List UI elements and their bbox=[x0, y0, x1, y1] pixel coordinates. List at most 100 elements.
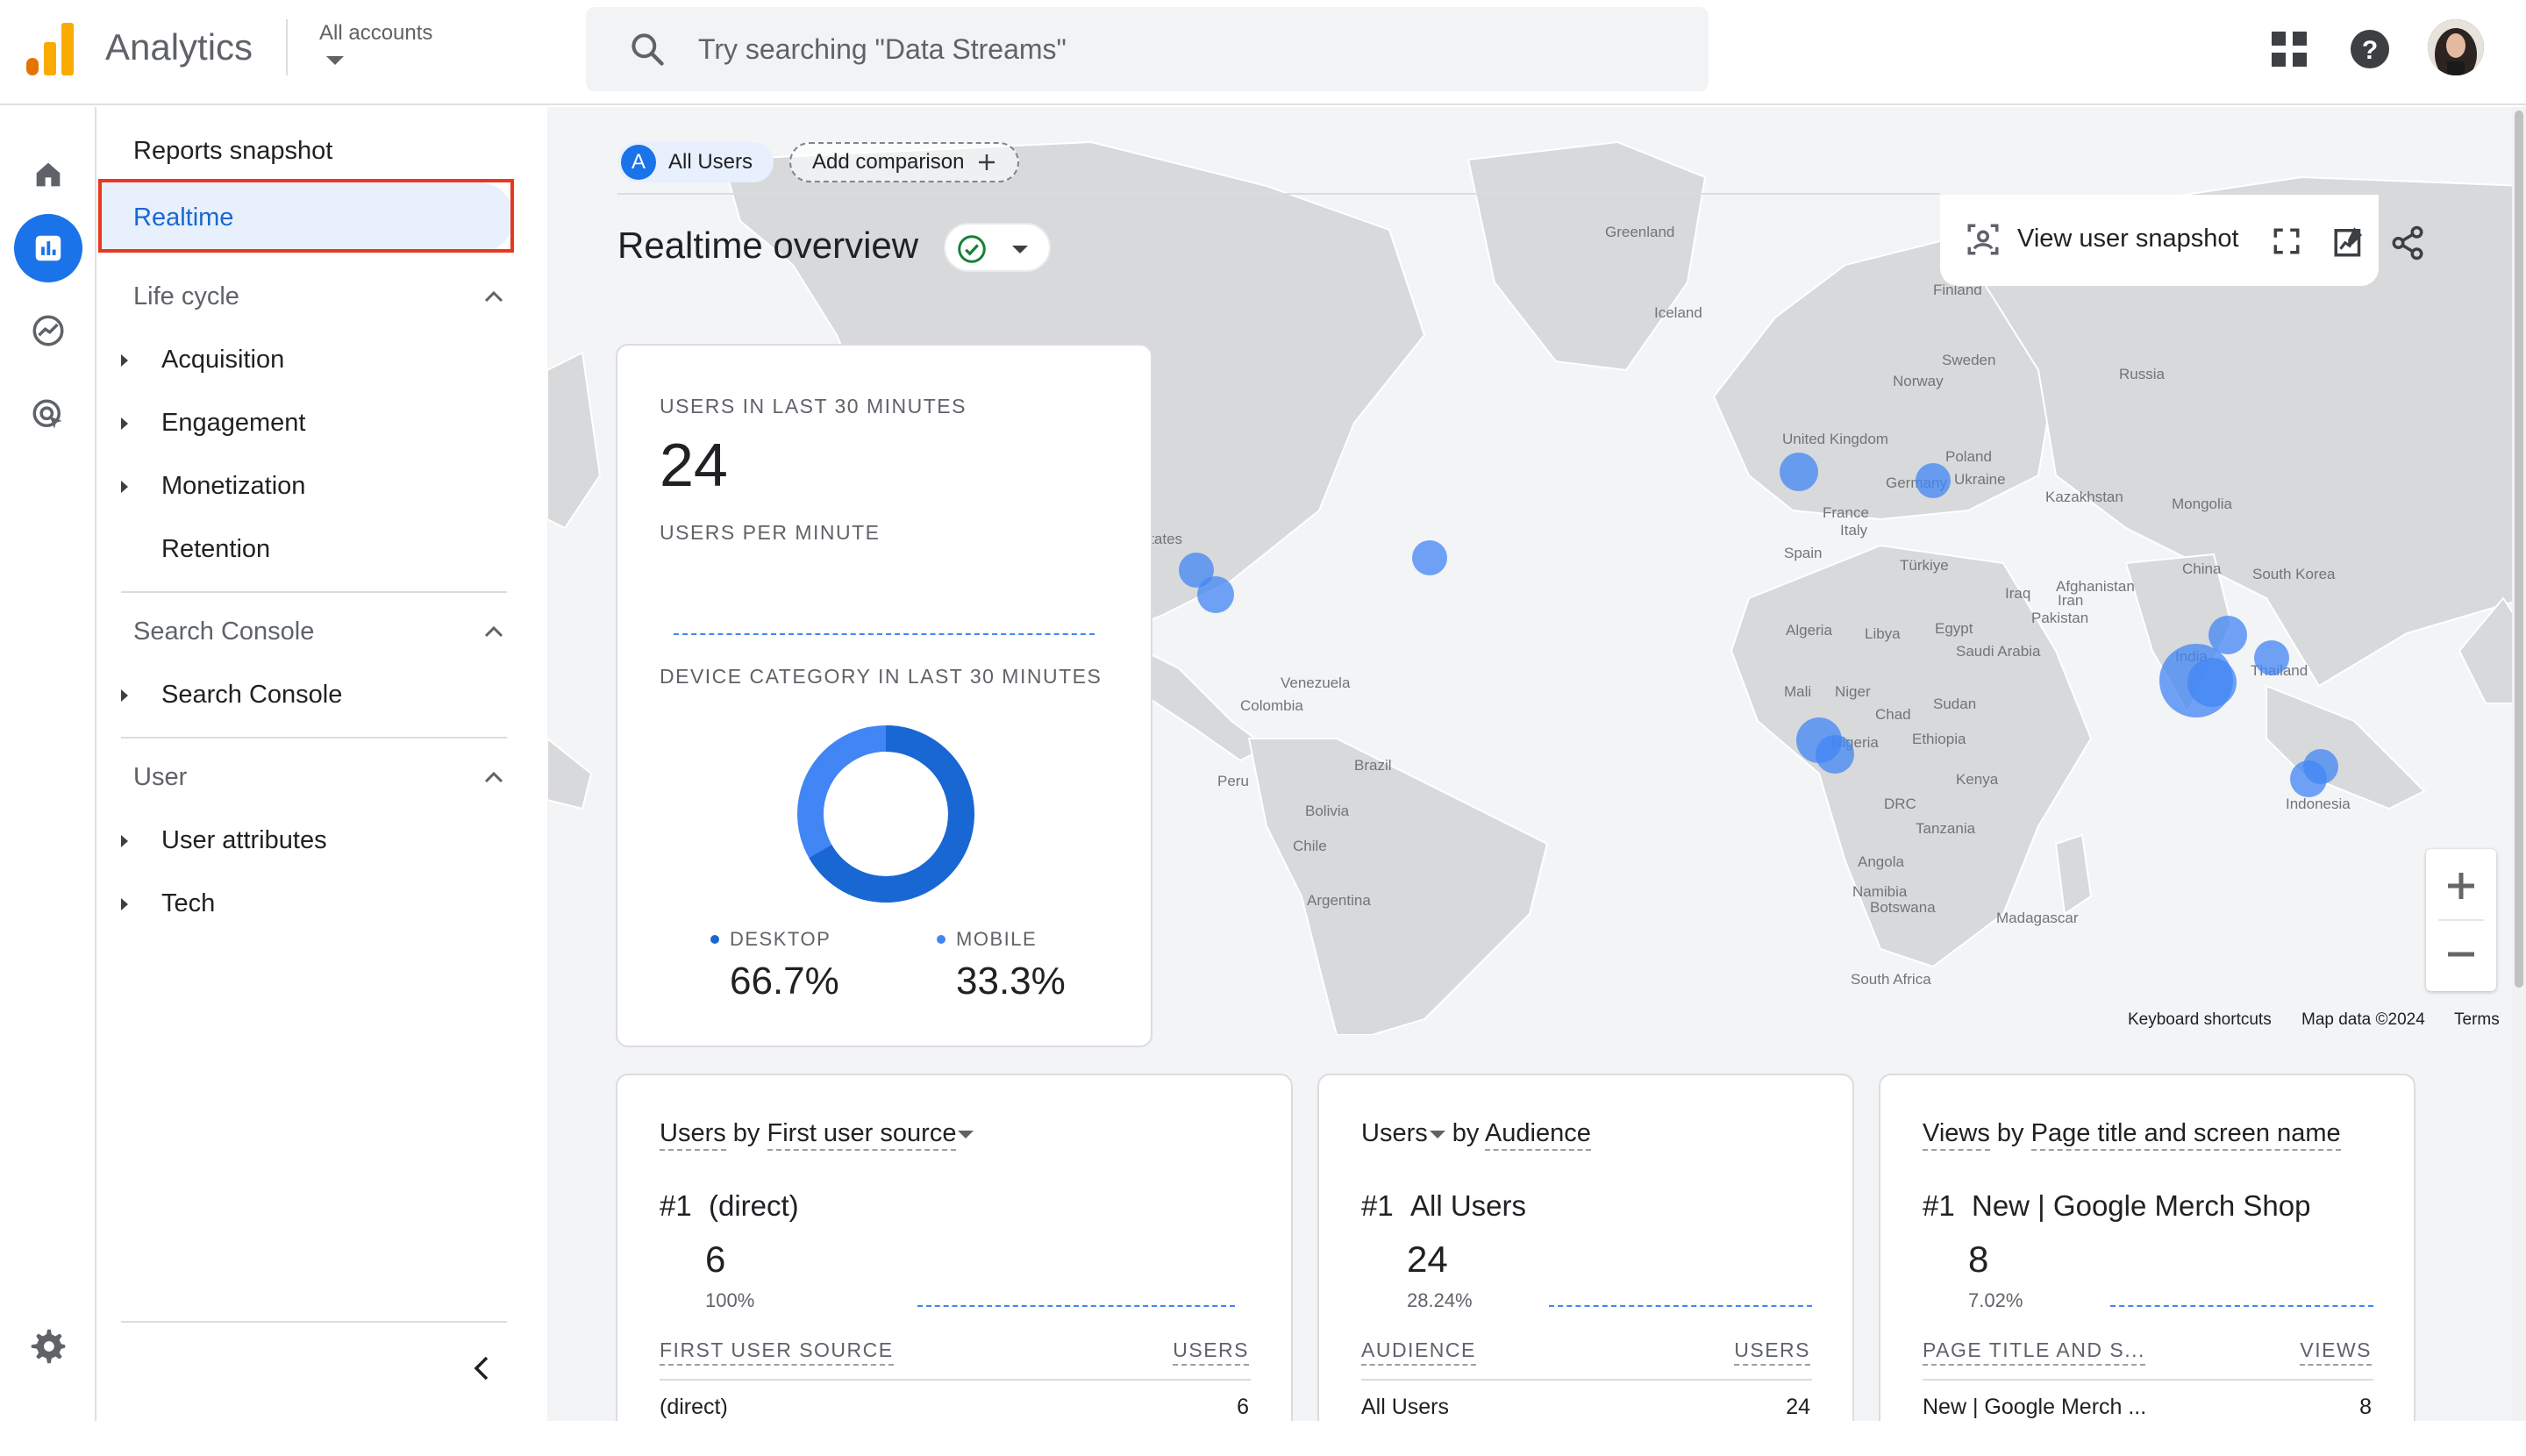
nav-retention[interactable]: Retention bbox=[161, 535, 270, 564]
advertising-button[interactable] bbox=[14, 381, 82, 449]
zoom-out-icon[interactable] bbox=[2444, 937, 2479, 972]
nav-reports-snapshot[interactable]: Reports snapshot bbox=[133, 137, 332, 166]
col-header-dimension[interactable]: AUDIENCE bbox=[1361, 1338, 1476, 1366]
map-country-label: Brazil bbox=[1354, 757, 1392, 774]
users-per-minute-label: USERS PER MINUTE bbox=[660, 521, 881, 544]
reports-nav-panel: Reports snapshot Realtime Life cycle Acq… bbox=[98, 107, 547, 1421]
col-header-dimension[interactable]: FIRST USER SOURCE bbox=[660, 1338, 894, 1366]
expand-arrow-icon[interactable] bbox=[121, 418, 128, 430]
map-country-label: Russia bbox=[2119, 366, 2166, 382]
expand-arrow-icon[interactable] bbox=[121, 689, 128, 702]
avatar[interactable] bbox=[2428, 19, 2484, 75]
top-value: 24 bbox=[1407, 1238, 1448, 1280]
caret-down-icon[interactable] bbox=[958, 1130, 974, 1138]
card-views-by-page-title: Views by Page title and screen name #1 N… bbox=[1879, 1074, 2415, 1421]
gear-icon bbox=[31, 1329, 66, 1364]
search-bar[interactable]: Try searching "Data Streams" bbox=[586, 7, 1709, 91]
share-icon[interactable] bbox=[2389, 225, 2426, 261]
nav-acquisition[interactable]: Acquisition bbox=[161, 346, 284, 375]
bar-chart-icon bbox=[35, 235, 61, 261]
add-comparison-label: Add comparison bbox=[812, 150, 965, 174]
app-title: Analytics bbox=[105, 26, 253, 68]
card-sparkline[interactable] bbox=[917, 1305, 1235, 1307]
account-selector[interactable]: All accounts bbox=[319, 21, 432, 46]
search-icon bbox=[632, 33, 664, 66]
metric-selector[interactable]: Users bbox=[1361, 1119, 1428, 1147]
section-search-console[interactable]: Search Console bbox=[133, 617, 314, 646]
scrollbar-thumb[interactable] bbox=[2515, 111, 2523, 988]
chevron-up-icon[interactable] bbox=[481, 768, 507, 786]
admin-settings-button[interactable] bbox=[14, 1312, 82, 1381]
expand-arrow-icon[interactable] bbox=[121, 481, 128, 493]
home-button[interactable] bbox=[14, 140, 82, 209]
users-per-minute-sparkline[interactable] bbox=[674, 633, 1095, 635]
svg-text:?: ? bbox=[2362, 36, 2378, 65]
dimension-selector[interactable]: First user source bbox=[767, 1119, 957, 1151]
top-rank: #1 bbox=[1923, 1189, 1955, 1222]
segment-chip-all-users[interactable]: A All Users bbox=[617, 142, 774, 182]
nav-user-attributes[interactable]: User attributes bbox=[161, 826, 327, 855]
map-country-label: Namibia bbox=[1852, 883, 1908, 900]
col-header-metric[interactable]: USERS bbox=[1734, 1338, 1810, 1366]
customize-report-icon[interactable] bbox=[2331, 223, 2368, 260]
section-user[interactable]: User bbox=[133, 763, 187, 792]
col-header-metric[interactable]: VIEWS bbox=[2300, 1338, 2372, 1366]
nav-search-console[interactable]: Search Console bbox=[161, 681, 342, 710]
col-header-metric[interactable]: USERS bbox=[1173, 1338, 1249, 1366]
table-row-value: 24 bbox=[1786, 1395, 1810, 1419]
add-comparison-button[interactable]: Add comparison bbox=[789, 142, 1019, 182]
card-title: Users by First user source bbox=[660, 1119, 974, 1151]
collapse-chevron-left-icon[interactable] bbox=[470, 1353, 493, 1384]
analytics-logo-icon[interactable] bbox=[26, 23, 74, 75]
dimension-selector[interactable]: Page title and screen name bbox=[2030, 1119, 2341, 1151]
map-country-label: Colombia bbox=[1240, 697, 1303, 714]
fullscreen-icon[interactable] bbox=[2272, 226, 2301, 256]
map-country-label: South Korea bbox=[2252, 566, 2336, 582]
metric-selector[interactable]: Users bbox=[660, 1119, 726, 1151]
check-circle-icon bbox=[958, 235, 986, 263]
caret-down-icon[interactable] bbox=[326, 56, 344, 65]
expand-arrow-icon[interactable] bbox=[121, 354, 128, 367]
explore-button[interactable] bbox=[14, 296, 82, 365]
map-country-label: Libya bbox=[1865, 625, 1901, 642]
nav-divider bbox=[121, 591, 507, 593]
caret-down-icon[interactable] bbox=[1429, 1130, 1445, 1138]
reports-button[interactable] bbox=[14, 214, 82, 282]
view-user-snapshot-button[interactable]: View user snapshot bbox=[2017, 225, 2239, 253]
map-country-label: Iran bbox=[2058, 592, 2083, 609]
search-input[interactable]: Try searching "Data Streams" bbox=[698, 33, 1067, 66]
col-header-dimension[interactable]: PAGE TITLE AND S... bbox=[1923, 1338, 2145, 1366]
card-sparkline[interactable] bbox=[1549, 1305, 1812, 1307]
nav-tech[interactable]: Tech bbox=[161, 889, 215, 918]
scrollbar-track[interactable] bbox=[2512, 107, 2526, 1421]
device-donut-chart[interactable] bbox=[795, 723, 977, 905]
chevron-up-icon[interactable] bbox=[481, 288, 507, 305]
status-dropdown[interactable] bbox=[944, 223, 1051, 272]
terms-link[interactable]: Terms bbox=[2454, 1010, 2500, 1030]
toolbar-divider bbox=[617, 193, 1940, 195]
nav-engagement[interactable]: Engagement bbox=[161, 409, 305, 438]
dimension-selector[interactable]: Audience bbox=[1484, 1119, 1591, 1151]
card-title: Users by Audience bbox=[1361, 1119, 1591, 1151]
user-snapshot-icon[interactable] bbox=[1965, 221, 2002, 258]
chevron-up-icon[interactable] bbox=[481, 623, 507, 640]
nav-monetization[interactable]: Monetization bbox=[161, 472, 305, 501]
map-zoom-control bbox=[2426, 849, 2496, 991]
expand-arrow-icon[interactable] bbox=[121, 898, 128, 910]
card-sparkline[interactable] bbox=[2110, 1305, 2373, 1307]
zoom-in-icon[interactable] bbox=[2444, 868, 2479, 903]
device-category-label: DEVICE CATEGORY IN LAST 30 MINUTES bbox=[660, 665, 1102, 688]
top-name: (direct) bbox=[709, 1189, 799, 1222]
top-app-bar: Analytics All accounts Try searching "Da… bbox=[0, 0, 2526, 105]
caret-down-icon bbox=[1012, 246, 1028, 253]
expand-arrow-icon[interactable] bbox=[121, 835, 128, 847]
map-country-label: France bbox=[1823, 504, 1869, 521]
map-country-label: Norway bbox=[1893, 373, 1944, 389]
users-30-label: USERS IN LAST 30 MINUTES bbox=[660, 395, 967, 418]
apps-grid-icon[interactable] bbox=[2268, 28, 2310, 70]
card-title-by: by bbox=[1452, 1119, 1480, 1147]
metric-selector[interactable]: Views bbox=[1923, 1119, 1990, 1151]
section-life-cycle[interactable]: Life cycle bbox=[133, 282, 239, 311]
help-icon[interactable]: ? bbox=[2349, 28, 2391, 70]
keyboard-shortcuts-link[interactable]: Keyboard shortcuts bbox=[2128, 1010, 2272, 1030]
